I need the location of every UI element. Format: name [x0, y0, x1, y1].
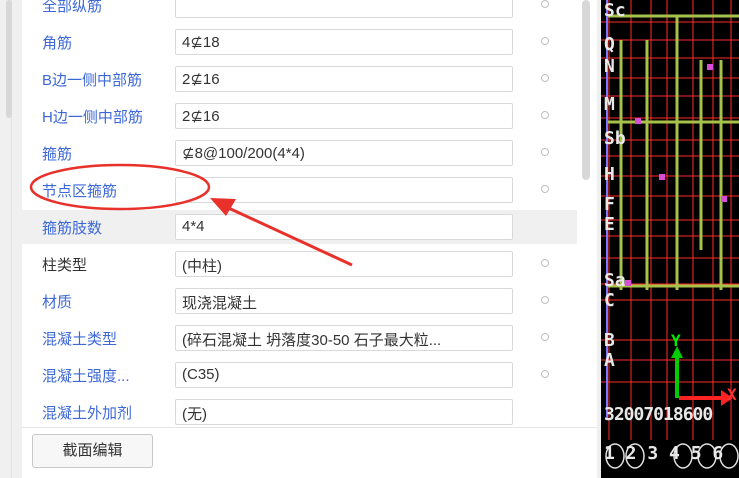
property-name: 柱类型 — [42, 257, 88, 274]
property-name: 混凝土类型 — [42, 331, 118, 348]
property-value-field[interactable]: 2⊈16 — [175, 66, 513, 92]
property-row[interactable]: B边一侧中部筋 2⊈16 — [22, 62, 577, 96]
cad-axis-label: H — [604, 164, 615, 185]
cad-axis-y-label: Y — [671, 331, 681, 350]
property-row[interactable]: 混凝土强度... (C35) — [22, 358, 577, 392]
property-row[interactable]: 全部纵筋 — [22, 0, 577, 22]
cad-axis-label: A — [604, 350, 615, 371]
property-status-dot-icon[interactable] — [541, 111, 549, 119]
property-status-dot-icon[interactable] — [541, 296, 549, 304]
property-row[interactable]: 混凝土类型 (碎石混凝土 坍落度30-50 石子最大粒... — [22, 321, 577, 355]
property-name: 箍筋 — [42, 146, 73, 163]
cad-axis-label: Sa — [604, 270, 626, 291]
property-value-field[interactable] — [175, 177, 513, 203]
property-row[interactable]: 箍筋肢数 4*4 — [22, 210, 577, 244]
cad-drawing-viewport[interactable]: Sc Q N M Sb H F E Sa C B A Y X 32007018600 1 2 3 4 … — [601, 0, 739, 478]
property-name: H边一侧中部筋 — [42, 109, 143, 126]
property-value-field[interactable]: ⊈8@100/200(4*4) — [175, 140, 513, 166]
property-name: 节点区箍筋 — [42, 183, 118, 200]
cad-axis-label: Sb — [604, 128, 626, 149]
property-row[interactable]: 柱类型 (中柱) — [22, 247, 577, 281]
property-row[interactable]: 材质 现浇混凝土 — [22, 284, 577, 318]
property-name: 混凝土强度... — [42, 368, 130, 385]
property-name: 角筋 — [42, 35, 73, 52]
property-status-dot-icon[interactable] — [541, 185, 549, 193]
property-value-field[interactable]: 4⊈18 — [175, 29, 513, 55]
property-name: 全部纵筋 — [42, 0, 103, 15]
property-row[interactable]: 节点区箍筋 — [22, 173, 577, 207]
cad-bottom-dimension-text: 32007018600 — [604, 404, 713, 425]
left-scrollbar[interactable] — [6, 0, 12, 118]
property-status-dot-icon[interactable] — [541, 37, 549, 45]
property-value-field[interactable]: 现浇混凝土 — [175, 288, 513, 314]
panel-divider — [22, 427, 597, 428]
cad-axis-label: Q — [604, 34, 615, 55]
cad-axis-label: F — [604, 194, 615, 215]
property-row[interactable]: 角筋 4⊈18 — [22, 25, 577, 59]
property-status-dot-icon[interactable] — [541, 333, 549, 341]
property-value-field[interactable]: 4*4 — [175, 214, 513, 240]
property-status-dot-icon[interactable] — [541, 370, 549, 378]
cad-axis-label: N — [604, 56, 615, 77]
property-name: 箍筋肢数 — [42, 220, 103, 237]
property-status-dot-icon[interactable] — [541, 0, 549, 8]
left-sidebar-strip — [0, 0, 22, 478]
property-name: B边一侧中部筋 — [42, 72, 143, 89]
section-edit-button[interactable]: 截面编辑 — [32, 434, 153, 468]
property-name: 材质 — [42, 294, 73, 311]
property-name: 混凝土外加剂 — [42, 405, 133, 422]
property-status-dot-icon[interactable] — [541, 148, 549, 156]
cad-bottom-axis-numbers: 1 2 3 4 5 6 — [604, 443, 724, 464]
property-value-field[interactable]: (无) — [175, 399, 513, 425]
property-panel: 全部纵筋角筋 4⊈18 B边一侧中部筋 2⊈16 H边一侧中部筋 2⊈16 箍筋 ⊈8@100… — [22, 0, 597, 478]
property-row[interactable]: H边一侧中部筋 2⊈16 — [22, 99, 577, 133]
cad-axis-x-label: X — [727, 385, 737, 404]
property-status-dot-icon[interactable] — [541, 259, 549, 267]
property-value-field[interactable]: (碎石混凝土 坍落度30-50 石子最大粒... — [175, 325, 513, 351]
property-row[interactable]: 箍筋 ⊈8@100/200(4*4) — [22, 136, 577, 170]
cad-axis-label: M — [604, 94, 615, 115]
cad-axis-label: Sc — [604, 0, 626, 21]
property-value-field[interactable] — [175, 0, 513, 18]
cad-axis-label: C — [604, 290, 615, 311]
cad-axis-label: B — [604, 330, 615, 351]
property-value-field[interactable]: (C35) — [175, 362, 513, 388]
property-status-dot-icon[interactable] — [541, 74, 549, 82]
property-grid-scrollbar[interactable] — [582, 0, 590, 180]
property-value-field[interactable]: 2⊈16 — [175, 103, 513, 129]
property-value-field[interactable]: (中柱) — [175, 251, 513, 277]
cad-axis-label: E — [604, 214, 615, 235]
property-row[interactable]: 混凝土外加剂 (无) — [22, 395, 577, 429]
